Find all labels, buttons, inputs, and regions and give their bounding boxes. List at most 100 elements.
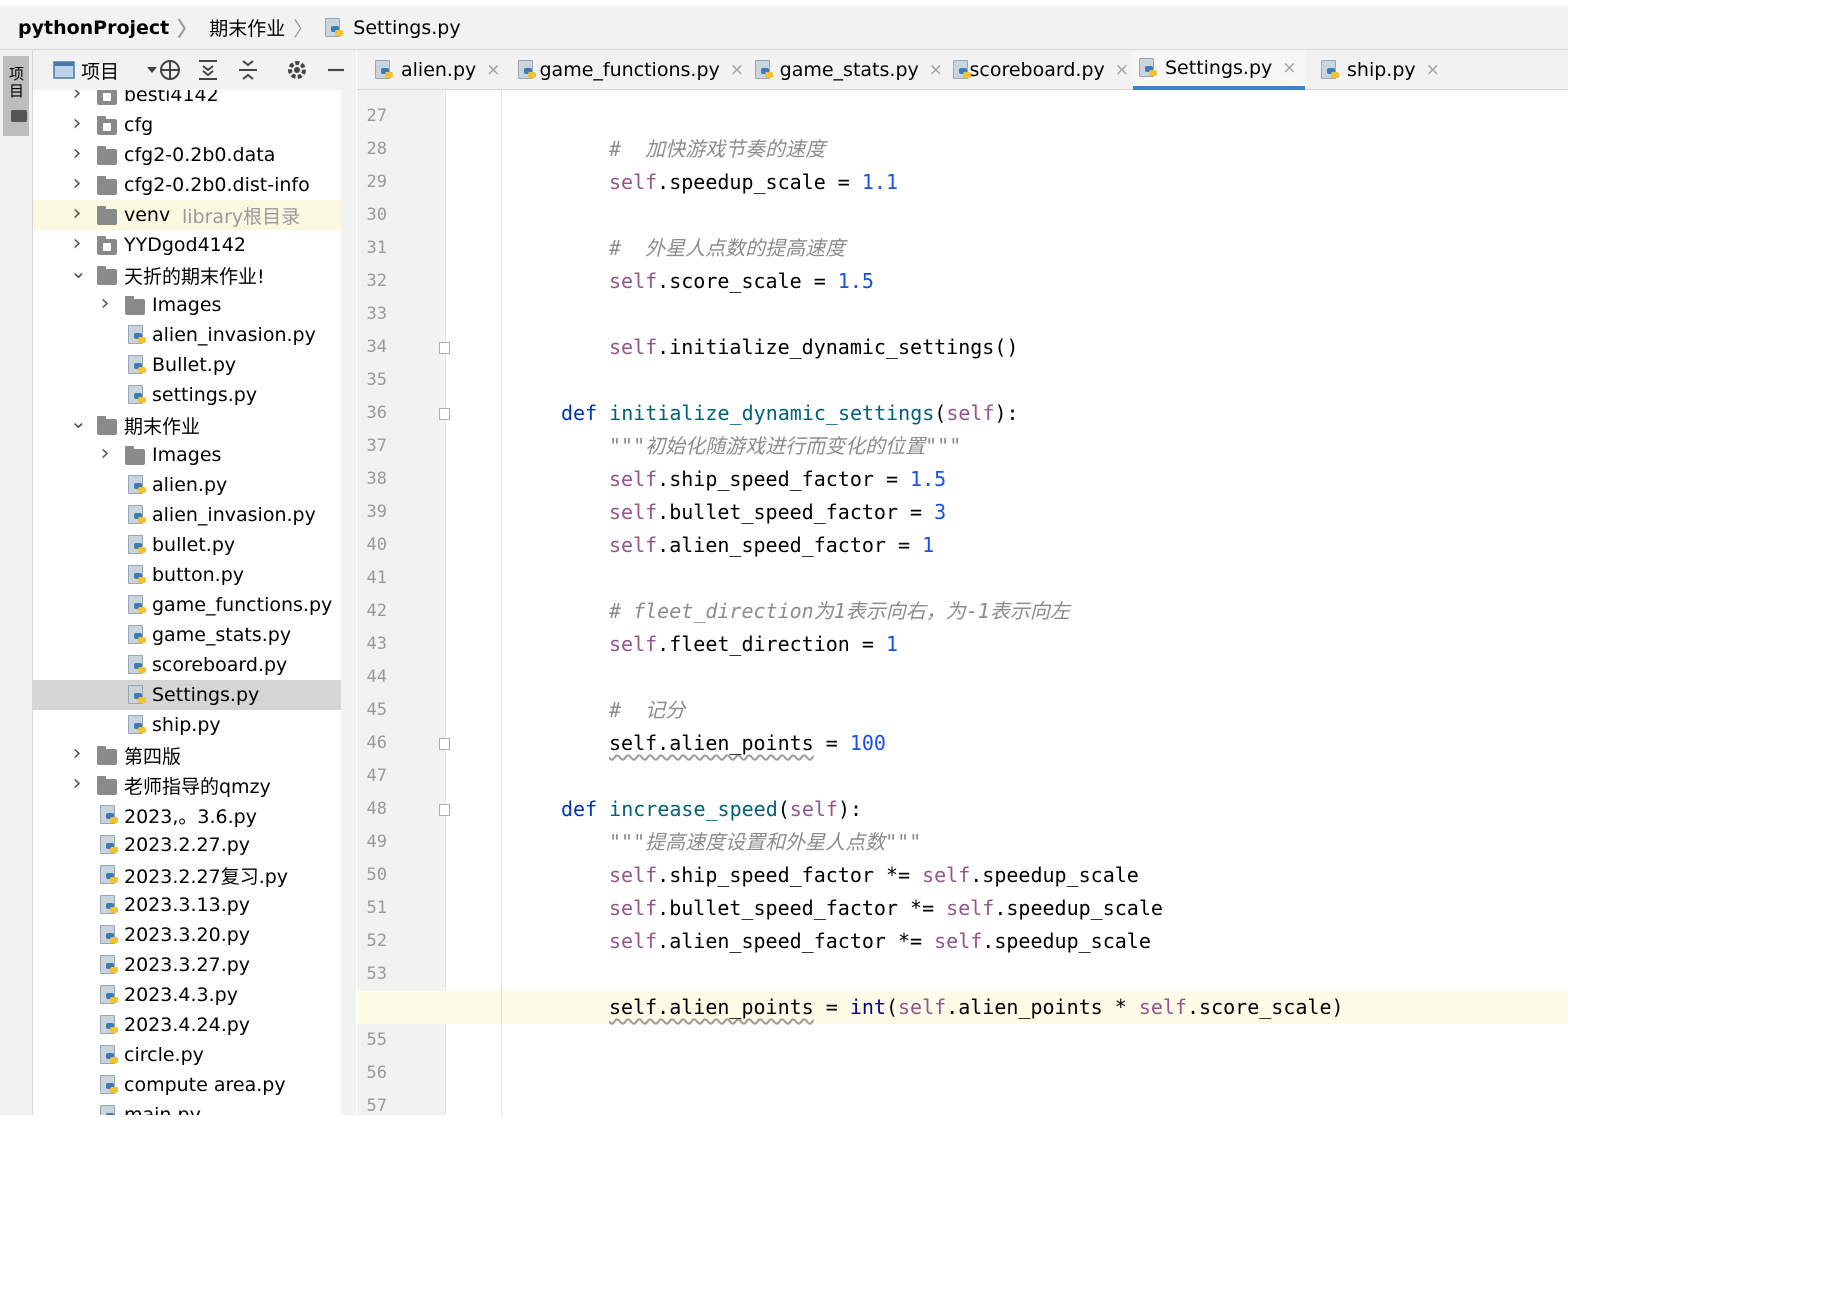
code-line[interactable] [357, 958, 1568, 991]
tree-item[interactable]: Settings.py [33, 680, 356, 710]
tree-item[interactable]: circle.py [33, 1040, 356, 1070]
code-line[interactable]: self.ship_speed_factor = 1.5 [357, 463, 1568, 496]
breadcrumb-folder[interactable]: 期末作业 〉 [191, 6, 313, 50]
chevron-right-icon[interactable]: › [70, 173, 84, 195]
tab-settings-py[interactable]: Settings.py × [1133, 50, 1305, 90]
code-line[interactable] [357, 562, 1568, 595]
code-line[interactable]: self.fleet_direction = 1 [357, 628, 1568, 661]
code-line[interactable]: """提高速度设置和外星人点数""" [357, 826, 1568, 859]
breadcrumb-project[interactable]: pythonProject 〉 [0, 6, 197, 50]
tree-item[interactable]: › besti4142 [33, 90, 356, 110]
tree-item[interactable]: button.py [33, 560, 356, 590]
code-line[interactable]: # 记分 [357, 694, 1568, 727]
code-line[interactable]: self.ship_speed_factor *= self.speedup_s… [357, 859, 1568, 892]
code-line[interactable] [357, 298, 1568, 331]
close-icon[interactable]: × [929, 60, 943, 80]
tab-alien-py[interactable]: alien.py × [369, 50, 507, 90]
tree-item[interactable]: ⌄ 天折的期末作业! [33, 260, 356, 290]
minimize-icon[interactable] [326, 60, 346, 80]
tree-item[interactable]: 2023.4.24.py [33, 1010, 356, 1040]
code-line[interactable] [357, 661, 1568, 694]
code-line[interactable]: def initialize_dynamic_settings(self): [357, 397, 1568, 430]
tree-item[interactable]: alien_invasion.py [33, 500, 356, 530]
tree-item[interactable]: game_functions.py [33, 590, 356, 620]
code-line[interactable]: self.initialize_dynamic_settings() [357, 331, 1568, 364]
tab-game_stats-py[interactable]: game_stats.py × [749, 50, 943, 90]
code-line[interactable]: # fleet_direction为1表示向右，为-1表示向左 [357, 595, 1568, 628]
tree-item[interactable]: alien.py [33, 470, 356, 500]
code-line[interactable]: self.bullet_speed_factor *= self.speedup… [357, 892, 1568, 925]
gear-icon[interactable] [286, 59, 308, 81]
chevron-right-icon[interactable]: › [70, 113, 84, 135]
tree-item[interactable]: 2023.2.27.py [33, 830, 356, 860]
tab-scoreboard-py[interactable]: scoreboard.py × [947, 50, 1129, 90]
code-line[interactable] [357, 1057, 1568, 1090]
code-line[interactable]: """初始化随游戏进行而变化的位置""" [357, 430, 1568, 463]
tree-item[interactable]: › YYDgod4142 [33, 230, 356, 260]
tree-item[interactable]: 2023.3.20.py [33, 920, 356, 950]
locate-icon[interactable] [158, 58, 182, 82]
chevron-right-icon[interactable]: › [70, 773, 84, 795]
tree-item[interactable]: 2023.2.27复习.py [33, 860, 356, 890]
close-icon[interactable]: × [1282, 58, 1296, 78]
tree-item[interactable]: scoreboard.py [33, 650, 356, 680]
code-line[interactable]: self.alien_points = 100 [357, 727, 1568, 760]
close-icon[interactable]: × [730, 60, 744, 80]
code-editor[interactable]: 27 28 29 30 31 32 33 34 35 36 37 38 39 40 41 42 43 44 45 46… [357, 90, 1568, 1115]
tree-item[interactable]: 2023.4.3.py [33, 980, 356, 1010]
code-line[interactable]: self.speedup_scale = 1.1 [357, 166, 1568, 199]
tree-item[interactable]: ⌄ 期末作业 [33, 410, 356, 440]
project-tool-button[interactable]: 项目 [3, 56, 29, 136]
code-line[interactable] [357, 100, 1568, 133]
tree-item[interactable]: ship.py [33, 710, 356, 740]
code-line[interactable] [357, 1090, 1568, 1115]
tree-item[interactable]: › cfg2-0.2b0.dist-info [33, 170, 356, 200]
tree-item[interactable]: › Images [33, 440, 356, 470]
code-line[interactable]: self.alien_speed_factor = 1 [357, 529, 1568, 562]
tree-item[interactable]: › venv library根目录 [33, 200, 356, 230]
chevron-right-icon[interactable]: › [70, 90, 84, 105]
code-line[interactable]: self.alien_speed_factor *= self.speedup_… [357, 925, 1568, 958]
chevron-down-icon[interactable]: ⌄ [70, 411, 87, 431]
tree-item[interactable]: game_stats.py [33, 620, 356, 650]
tree-item[interactable]: › cfg2-0.2b0.data [33, 140, 356, 170]
tab-game_functions-py[interactable]: game_functions.py × [512, 50, 744, 90]
code-line[interactable]: self.score_scale = 1.5 [357, 265, 1568, 298]
code-line[interactable]: self.alien_points = int(self.alien_point… [357, 991, 1568, 1024]
code-line[interactable]: self.bullet_speed_factor = 3 [357, 496, 1568, 529]
tree-item[interactable]: 2023,。3.6.py [33, 800, 356, 830]
tree-scrollbar[interactable] [341, 90, 356, 1115]
tree-item[interactable]: bullet.py [33, 530, 356, 560]
tree-item[interactable]: 2023.3.13.py [33, 890, 356, 920]
tree-item[interactable]: Bullet.py [33, 350, 356, 380]
tree-item[interactable]: alien_invasion.py [33, 320, 356, 350]
code-line[interactable]: # 加快游戏节奏的速度 [357, 133, 1568, 166]
chevron-right-icon[interactable]: › [70, 743, 84, 765]
close-icon[interactable]: × [486, 60, 500, 80]
tree-item[interactable]: settings.py [33, 380, 356, 410]
code-line[interactable] [357, 760, 1568, 793]
tree-item[interactable]: compute area.py [33, 1070, 356, 1100]
tree-item[interactable]: 2023.3.27.py [33, 950, 356, 980]
chevron-right-icon[interactable]: › [70, 203, 84, 225]
tree-item[interactable]: main.py [33, 1100, 356, 1115]
breadcrumb-file[interactable]: Settings.py [307, 6, 461, 50]
tree-item[interactable]: › 老师指导的qmzy [33, 770, 356, 800]
tab-ship-py[interactable]: ship.py × [1315, 50, 1440, 90]
project-view-selector[interactable]: 项目 [53, 57, 159, 84]
code-line[interactable] [357, 1024, 1568, 1057]
chevron-right-icon[interactable]: › [70, 233, 84, 255]
dropdown-icon[interactable] [145, 65, 159, 75]
chevron-down-icon[interactable]: ⌄ [70, 261, 87, 281]
chevron-right-icon[interactable]: › [98, 443, 112, 465]
tree-item[interactable]: › Images [33, 290, 356, 320]
code-line[interactable] [357, 199, 1568, 232]
code-line[interactable]: def increase_speed(self): [357, 793, 1568, 826]
tree-item[interactable]: › cfg [33, 110, 356, 140]
tree-item[interactable]: › 第四版 [33, 740, 356, 770]
code-line[interactable]: # 外星人点数的提高速度 [357, 232, 1568, 265]
code-line[interactable] [357, 364, 1568, 397]
close-icon[interactable]: × [1426, 60, 1440, 80]
chevron-right-icon[interactable]: › [70, 143, 84, 165]
collapse-all-icon[interactable] [237, 58, 259, 82]
